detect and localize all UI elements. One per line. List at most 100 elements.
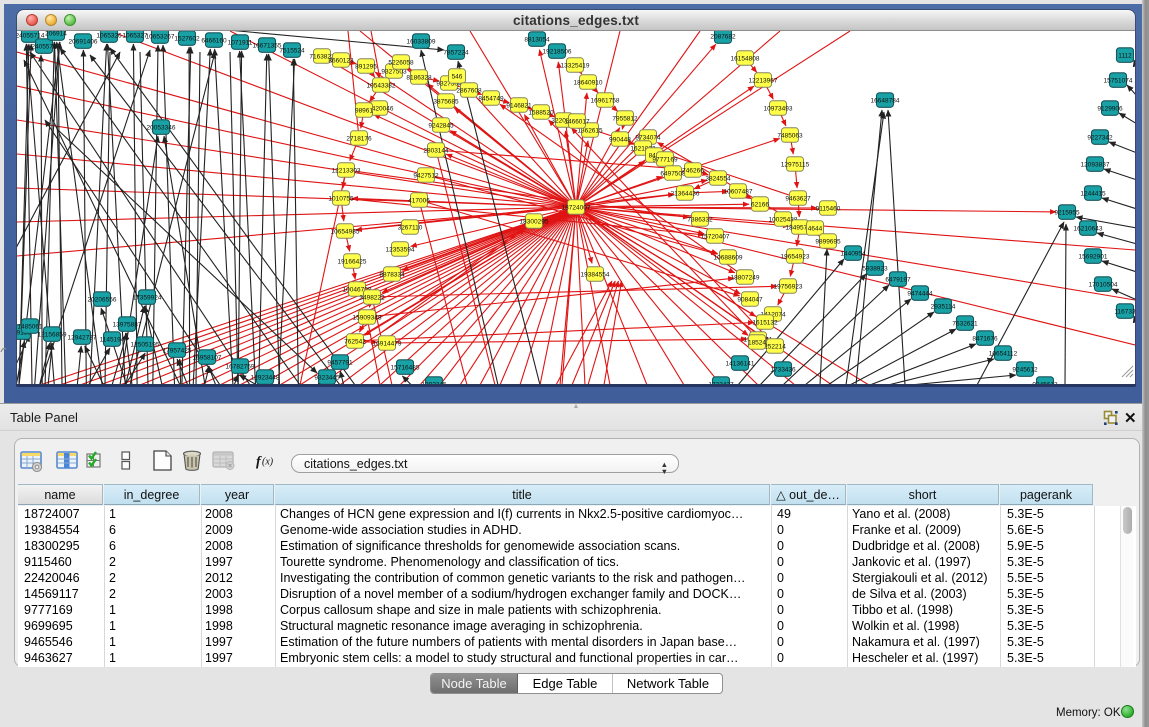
svg-text:116733: 116733 [1114, 308, 1135, 315]
svg-text:7857224: 7857224 [443, 49, 469, 56]
svg-text:13325419: 13325419 [561, 62, 590, 69]
svg-text:12093837: 12093837 [1081, 161, 1110, 168]
svg-text:9323445: 9323445 [314, 374, 340, 381]
svg-text:1733436: 1733436 [770, 366, 796, 373]
svg-text:18524: 18524 [748, 339, 766, 346]
svg-text:12923448: 12923448 [251, 374, 280, 381]
svg-text:6466160: 6466160 [201, 37, 227, 44]
svg-text:17359924: 17359924 [133, 294, 162, 301]
svg-text:12353594: 12353594 [386, 246, 415, 253]
svg-text:9129906: 9129906 [1097, 105, 1123, 112]
svg-text:16961758: 16961758 [591, 97, 620, 104]
svg-text:9899695: 9899695 [815, 238, 841, 245]
svg-text:1065327: 1065327 [122, 32, 148, 39]
svg-text:7955812: 7955812 [612, 115, 638, 122]
svg-text:10688609: 10688609 [714, 254, 743, 261]
svg-text:19654923: 19654923 [781, 253, 810, 260]
svg-text:252214: 252214 [764, 343, 786, 350]
svg-text:10607487: 10607487 [724, 188, 753, 195]
svg-text:2087682: 2087682 [710, 33, 736, 40]
svg-text:1244415: 1244415 [1080, 190, 1106, 197]
svg-text:9146821: 9146821 [506, 102, 532, 109]
svg-text:3498222: 3498222 [359, 294, 385, 301]
svg-text:746266: 746266 [682, 167, 704, 174]
svg-text:1440954: 1440954 [840, 250, 866, 257]
svg-text:18300295: 18300295 [520, 218, 549, 225]
svg-text:3824554: 3824554 [705, 175, 731, 182]
svg-text:18724007: 18724007 [562, 204, 591, 211]
svg-text:9115460: 9115460 [816, 205, 841, 212]
svg-text:12156859: 12156859 [38, 331, 67, 338]
svg-text:12213967: 12213967 [749, 77, 778, 84]
svg-text:1145194: 1145194 [100, 336, 125, 343]
svg-text:1010755: 1010755 [328, 195, 354, 202]
svg-text:15909348: 15909348 [353, 314, 382, 321]
svg-text:12975115: 12975115 [781, 161, 810, 168]
svg-text:762542: 762542 [344, 338, 366, 345]
svg-text:8813054: 8813054 [524, 36, 550, 43]
svg-text:7515524: 7515524 [279, 47, 305, 54]
svg-text:1615132: 1615132 [752, 319, 778, 326]
svg-text:3875685: 3875685 [433, 98, 459, 105]
svg-text:62166: 62166 [751, 201, 769, 208]
svg-text:2867608: 2867608 [456, 87, 482, 94]
svg-text:9084047: 9084047 [737, 296, 763, 303]
svg-text:16648784: 16648784 [871, 97, 900, 104]
svg-text:20691406: 20691406 [69, 38, 98, 45]
svg-text:16782759: 16782759 [226, 363, 255, 370]
svg-text:3267110: 3267110 [398, 224, 423, 231]
svg-text:15720407: 15720407 [701, 233, 730, 240]
svg-text:13975887: 13975887 [113, 321, 142, 328]
svg-text:4644: 4644 [808, 225, 823, 232]
svg-text:10543382: 10543382 [367, 82, 396, 89]
svg-text:9215955: 9215955 [1054, 209, 1080, 216]
svg-text:9777169: 9777169 [652, 156, 678, 163]
svg-text:10654985: 10654985 [331, 228, 360, 235]
svg-text:17957425: 17957425 [163, 347, 192, 354]
svg-text:(x): (x) [262, 457, 274, 468]
svg-text:18640910: 18640910 [574, 79, 603, 86]
svg-text:15692901: 15692901 [1079, 253, 1108, 260]
svg-text:9463627: 9463627 [785, 195, 811, 202]
svg-text:5938923: 5938923 [862, 265, 888, 272]
svg-text:14136141: 14136141 [726, 360, 755, 367]
svg-text:8660123: 8660123 [328, 57, 354, 64]
svg-text:1466017: 1466017 [564, 118, 590, 125]
svg-text:7632621: 7632621 [952, 320, 978, 327]
svg-text:12942737: 12942737 [68, 334, 97, 341]
svg-text:1485061: 1485061 [17, 323, 43, 330]
svg-text:15716485: 15716485 [391, 364, 420, 371]
svg-text:20206556: 20206556 [88, 296, 117, 303]
svg-text:2935114: 2935114 [931, 303, 956, 310]
svg-text:9227342: 9227342 [1087, 134, 1113, 141]
svg-text:990448: 990448 [609, 136, 631, 143]
svg-text:21364436: 21364436 [671, 190, 700, 197]
svg-text:2718176: 2718176 [346, 135, 372, 142]
svg-text:1588520: 1588520 [528, 109, 554, 116]
svg-text:8186328: 8186328 [406, 74, 432, 81]
svg-text:1071911: 1071911 [228, 39, 253, 46]
svg-text:16210643: 16210643 [1074, 225, 1103, 232]
svg-text:10653267: 10653267 [146, 33, 175, 40]
svg-text:19756923: 19756923 [774, 283, 803, 290]
svg-text:9474444: 9474444 [907, 290, 933, 297]
svg-text:8878334: 8878334 [379, 271, 405, 278]
svg-text:1527602: 1527602 [174, 35, 200, 42]
svg-text:12213303: 12213303 [332, 167, 361, 174]
svg-text:9242845: 9242845 [428, 122, 454, 129]
svg-text:19166425: 19166425 [338, 258, 367, 265]
svg-text:6479197: 6479197 [885, 276, 911, 283]
svg-text:1112: 1112 [1118, 52, 1132, 59]
svg-text:891295: 891295 [355, 63, 377, 70]
svg-text:16914479: 16914479 [373, 340, 402, 347]
svg-text:417006: 417006 [408, 197, 430, 204]
svg-text:8454749: 8454749 [478, 95, 504, 102]
svg-text:16958107: 16958107 [193, 354, 222, 361]
svg-text:1065326: 1065326 [96, 32, 122, 39]
svg-text:98961: 98961 [355, 107, 373, 114]
svg-text:19384554: 19384554 [581, 271, 610, 278]
svg-text:2803144: 2803144 [423, 147, 449, 154]
svg-text:2405571: 2405571 [31, 43, 57, 50]
svg-text:9427512: 9427512 [413, 172, 439, 179]
svg-text:20053346: 20053346 [147, 124, 176, 131]
